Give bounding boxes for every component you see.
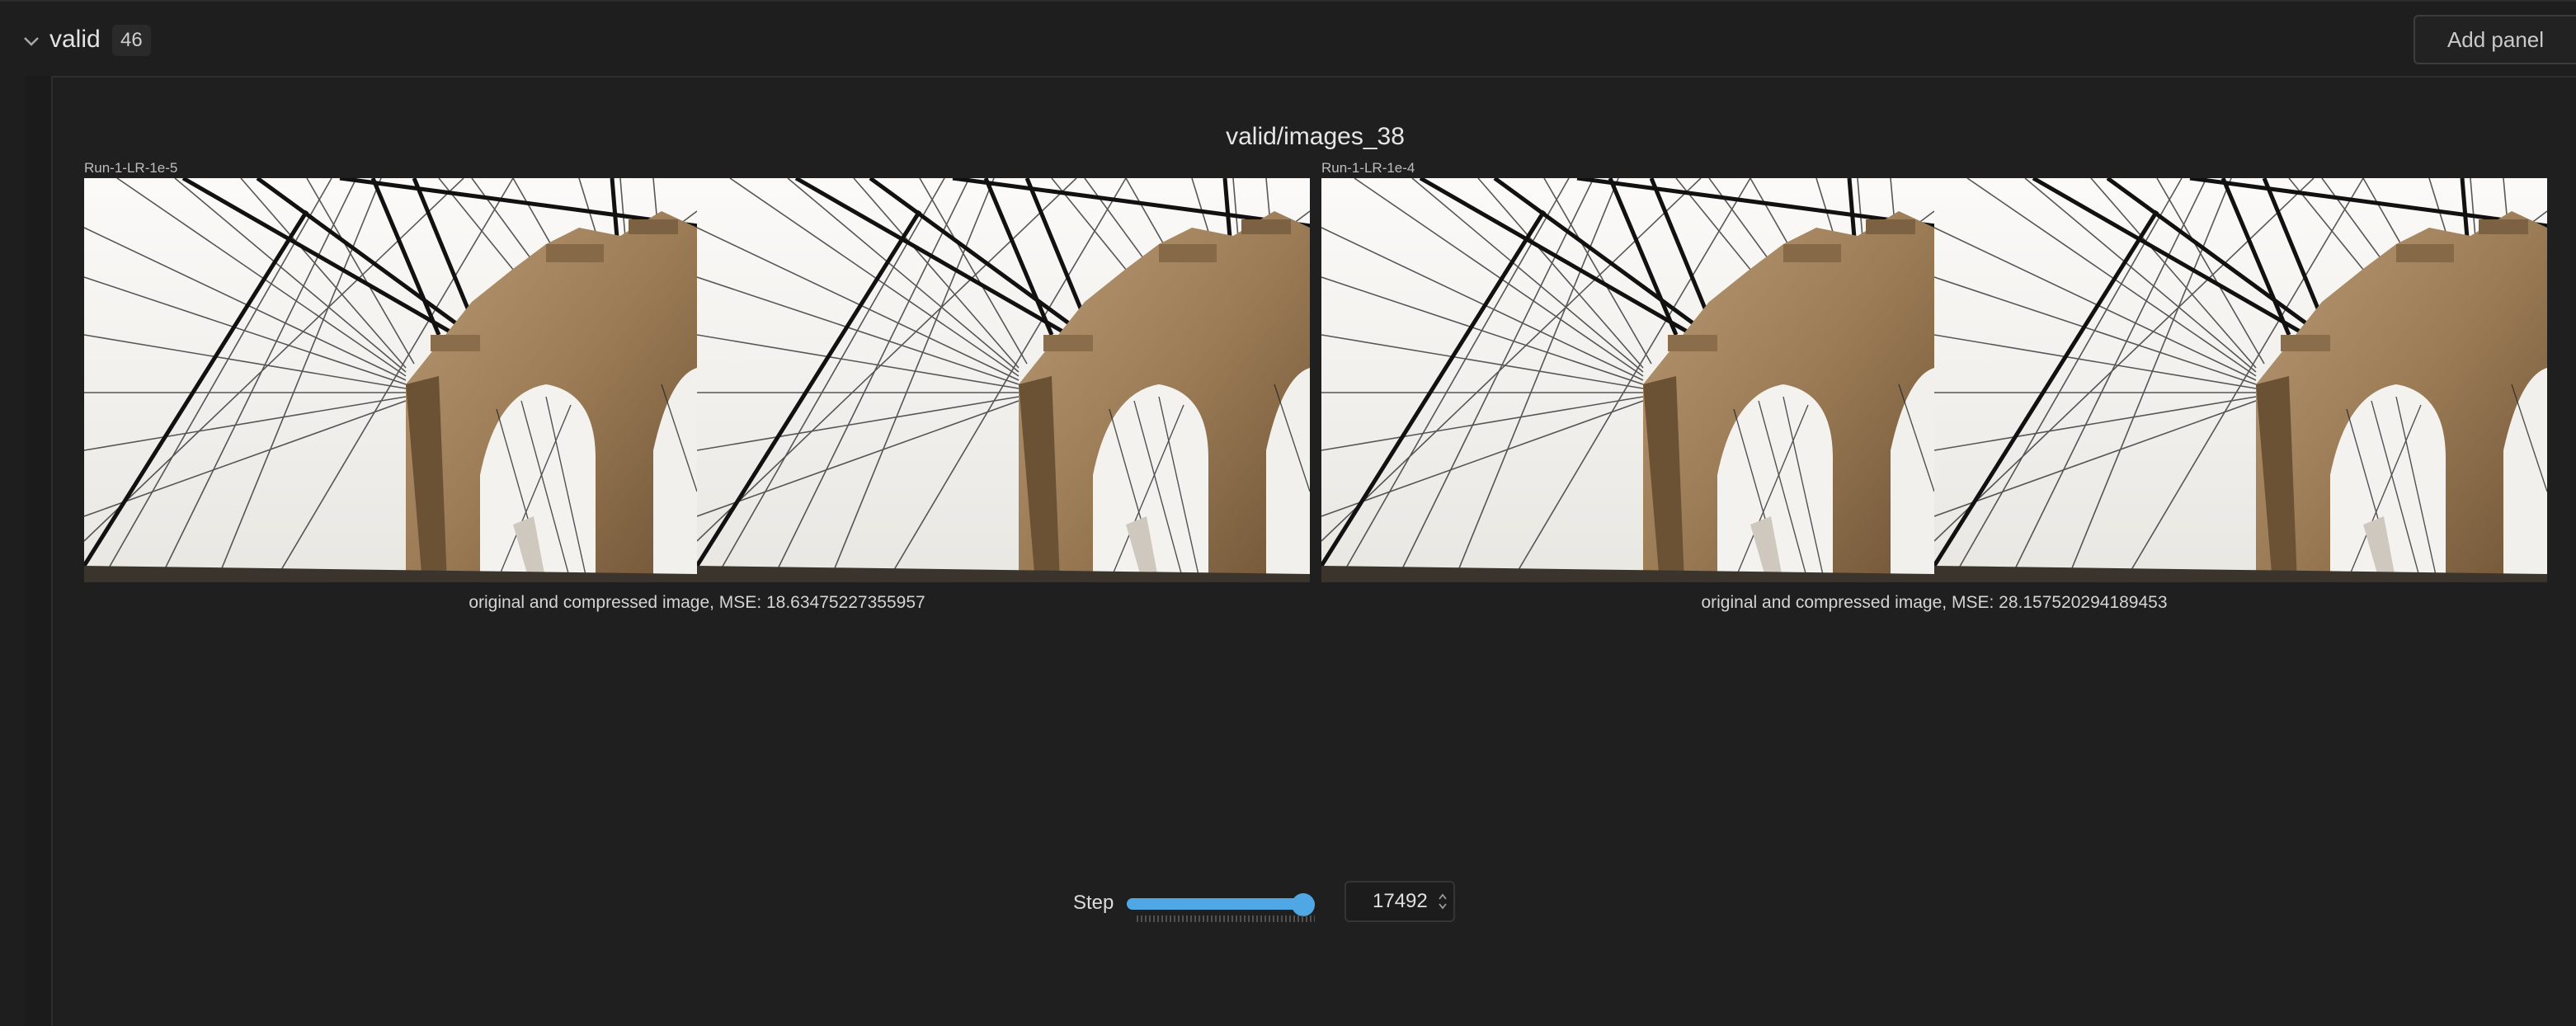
step-slider-fill: [1127, 898, 1315, 910]
step-input[interactable]: 17492: [1345, 881, 1455, 922]
image-panel: valid/images_38 Run-1-LR-1e-5 original a…: [51, 76, 2576, 1026]
step-slider-track[interactable]: [1127, 898, 1315, 910]
run-label: Run-1-LR-1e-4: [1321, 160, 1415, 176]
original-image: [84, 178, 697, 582]
section-header: valid 46 Add panel: [0, 0, 2576, 76]
step-label: Step: [1073, 892, 1114, 914]
compressed-image: [697, 178, 1310, 582]
add-panel-button[interactable]: Add panel: [2414, 15, 2576, 64]
step-value: 17492: [1373, 890, 1428, 912]
original-image: [1321, 178, 1934, 582]
panel-count-badge: 46: [112, 25, 151, 56]
up-down-arrows-icon[interactable]: [1437, 891, 1448, 912]
step-slider-thumb[interactable]: [1292, 893, 1315, 916]
section-title[interactable]: valid: [49, 23, 101, 56]
panel-title: valid/images_38: [1226, 123, 1405, 150]
chevron-down-icon[interactable]: [20, 30, 43, 53]
image-strip[interactable]: [84, 178, 1310, 582]
image-caption: original and compressed image, MSE: 28.1…: [1701, 593, 2168, 612]
compressed-image: [1934, 178, 2547, 582]
image-strip[interactable]: [1321, 178, 2547, 582]
step-slider-ticks: [1137, 915, 1315, 922]
run-label: Run-1-LR-1e-5: [84, 160, 178, 176]
image-caption: original and compressed image, MSE: 18.6…: [469, 593, 925, 612]
